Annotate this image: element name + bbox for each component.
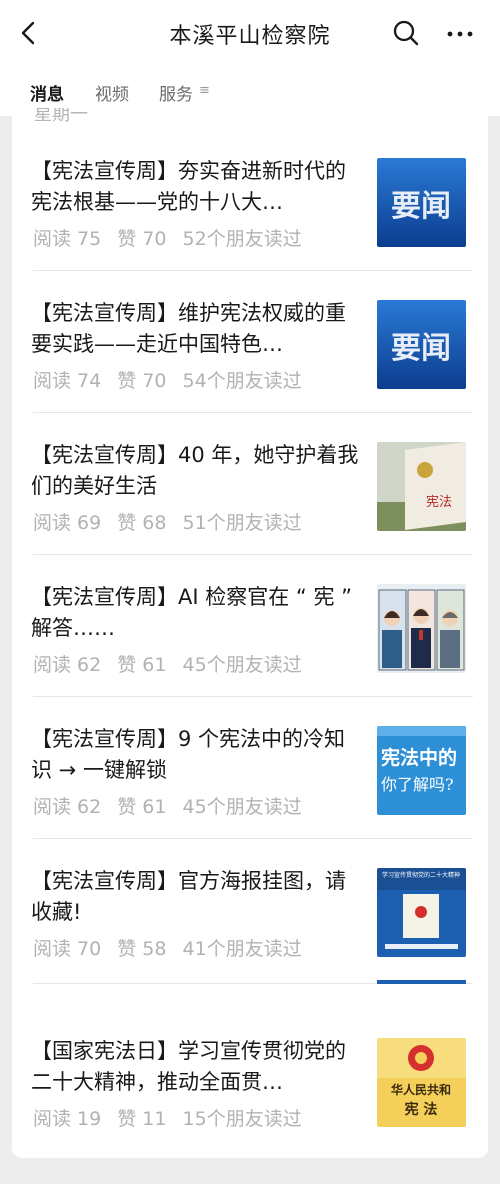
- friends-read: 54个朋友读过: [182, 370, 302, 392]
- article-stats: 阅读 62 赞 61 45个朋友读过: [33, 650, 312, 677]
- tab-services[interactable]: 服务: [159, 80, 193, 105]
- friends-read: 15个朋友读过: [182, 1108, 302, 1130]
- like-count: 赞 61: [117, 654, 167, 676]
- article-stats: 阅读 70 赞 58 41个朋友读过: [33, 934, 312, 961]
- friends-read: 51个朋友读过: [182, 512, 302, 534]
- article-thumbnail: [377, 584, 466, 673]
- message-feed: 星期一 【宪法宣传周】夯实奋进新时代的宪法根基——党的十八大… 阅读 75 赞 …: [12, 108, 488, 1158]
- read-count: 阅读 75: [33, 228, 102, 250]
- like-count: 赞 61: [117, 796, 167, 818]
- divider: [33, 270, 473, 271]
- thumbnail-text: 学习宣传贯彻党的二十大精神: [382, 871, 460, 879]
- article-title: 【宪法宣传周】维护宪法权威的重要实践——走近中国特色…: [31, 301, 346, 356]
- article-thumbnail: 华人民共和 宪 法: [377, 1038, 466, 1127]
- article-title: 【宪法宣传周】夯实奋进新时代的宪法根基——党的十八大…: [31, 159, 346, 214]
- article-stats: 阅读 19 赞 11 15个朋友读过: [33, 1104, 312, 1131]
- thumbnail-text: 宪法: [426, 494, 452, 510]
- like-count: 赞 70: [117, 228, 167, 250]
- svg-text:宪 法: 宪 法: [405, 1101, 438, 1118]
- divider: [33, 412, 473, 413]
- more-dots-icon: [447, 31, 473, 37]
- article-title: 【宪法宣传周】AI 检察官在 “ 宪 ” 解答……: [31, 585, 353, 640]
- more-button[interactable]: [444, 18, 476, 50]
- cut-thumbnail: [377, 980, 466, 984]
- like-count: 赞 11: [117, 1108, 167, 1130]
- article-thumbnail: 学习宣传贯彻党的二十大精神: [377, 868, 466, 957]
- friends-read: 45个朋友读过: [182, 654, 302, 676]
- article-item[interactable]: 【宪法宣传周】9 个宪法中的冷知识 → 一键解锁 阅读 62 赞 61 45个朋…: [12, 716, 488, 858]
- like-count: 赞 68: [117, 512, 167, 534]
- read-count: 阅读 62: [33, 654, 102, 676]
- read-count: 阅读 69: [33, 512, 102, 534]
- article-title: 【宪法宣传周】官方海报挂图，请收藏!: [31, 869, 346, 924]
- article-title: 【国家宪法日】学习宣传贯彻党的二十大精神，推动全面贯…: [31, 1039, 346, 1094]
- article-thumbnail: 宪法中的 你了解吗?: [377, 726, 466, 815]
- article-item[interactable]: 【宪法宣传周】维护宪法权威的重要实践——走近中国特色… 阅读 74 赞 70 5…: [12, 290, 488, 432]
- search-icon: [393, 20, 419, 46]
- svg-text:你了解吗?: 你了解吗?: [381, 775, 454, 794]
- article-stats: 阅读 69 赞 68 51个朋友读过: [33, 508, 312, 535]
- article-thumbnail: 要闻: [377, 158, 466, 247]
- search-button[interactable]: [390, 17, 422, 49]
- thumbnail-text: 要闻: [391, 331, 451, 366]
- tab-messages[interactable]: 消息: [30, 80, 64, 105]
- read-count: 阅读 62: [33, 796, 102, 818]
- article-title: 【宪法宣传周】9 个宪法中的冷知识 → 一键解锁: [31, 727, 346, 782]
- svg-text:华人民共和: 华人民共和: [391, 1082, 451, 1097]
- day-label: 星期一: [34, 108, 88, 125]
- article-thumbnail: 宪法: [377, 442, 466, 531]
- article-item[interactable]: 【宪法宣传周】夯实奋进新时代的宪法根基——党的十八大… 阅读 75 赞 70 5…: [12, 148, 488, 290]
- article-stats: 阅读 62 赞 61 45个朋友读过: [33, 792, 312, 819]
- friends-read: 45个朋友读过: [182, 796, 302, 818]
- divider: [33, 554, 473, 555]
- read-count: 阅读 74: [33, 370, 102, 392]
- menu-icon: ≡: [199, 83, 210, 98]
- svg-text:宪法中的: 宪法中的: [381, 746, 457, 769]
- friends-read: 41个朋友读过: [182, 938, 302, 960]
- thumbnail-text: 要闻: [391, 189, 451, 224]
- read-count: 阅读 70: [33, 938, 102, 960]
- top-bar: 本溪平山检察院: [0, 0, 500, 66]
- divider: [33, 696, 473, 697]
- article-title: 【宪法宣传周】40 年，她守护着我们的美好生活: [31, 443, 359, 498]
- article-item[interactable]: 【宪法宣传周】AI 检察官在 “ 宪 ” 解答…… 阅读 62 赞 61 45个…: [12, 574, 488, 716]
- like-count: 赞 70: [117, 370, 167, 392]
- article-item[interactable]: 【国家宪法日】学习宣传贯彻党的二十大精神，推动全面贯… 阅读 19 赞 11 1…: [12, 1028, 488, 1158]
- page-title: 本溪平山检察院: [169, 24, 331, 49]
- like-count: 赞 58: [117, 938, 167, 960]
- divider: [33, 838, 473, 839]
- article-item[interactable]: 【宪法宣传周】40 年，她守护着我们的美好生活 阅读 69 赞 68 51个朋友…: [12, 432, 488, 574]
- article-thumbnail: 要闻: [377, 300, 466, 389]
- read-count: 阅读 19: [33, 1108, 102, 1130]
- tab-videos[interactable]: 视频: [95, 80, 129, 105]
- friends-read: 52个朋友读过: [182, 228, 302, 250]
- article-stats: 阅读 74 赞 70 54个朋友读过: [33, 366, 312, 393]
- article-stats: 阅读 75 赞 70 52个朋友读过: [33, 224, 312, 251]
